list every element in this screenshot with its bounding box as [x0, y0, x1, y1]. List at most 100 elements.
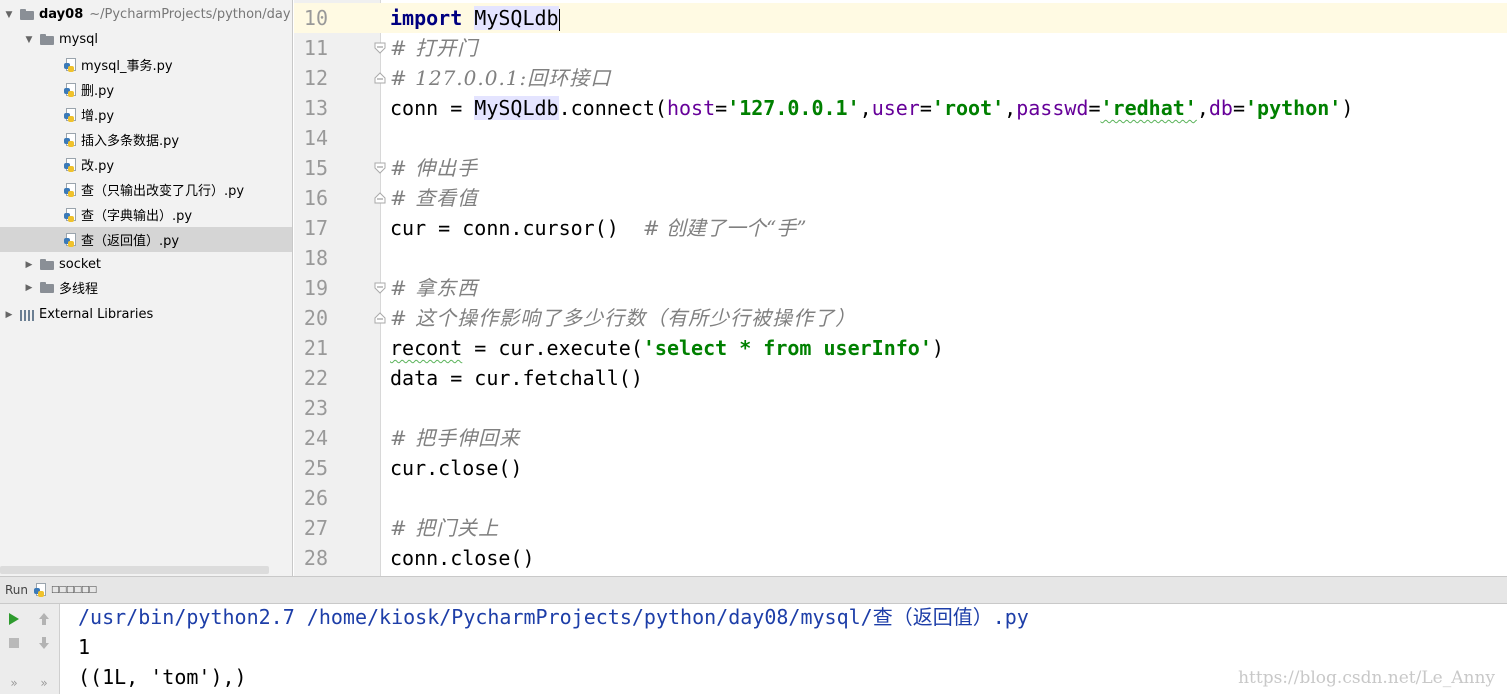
tree-root-label: day08 — [39, 7, 84, 22]
fold-open-icon[interactable] — [374, 282, 386, 294]
console-output-line: ((1L, 'tom'),) — [78, 665, 247, 689]
tree-folder-mysql[interactable]: ▼ mysql — [0, 27, 292, 52]
comment: # 把手伸回来 — [390, 426, 521, 450]
code-line[interactable]: 18 — [294, 243, 1507, 273]
code-line[interactable]: 14 — [294, 123, 1507, 153]
tree-folder-label: mysql — [59, 32, 98, 47]
line-number: 15 — [303, 156, 328, 180]
code-line[interactable]: 21 recont = cur.execute('select * from u… — [294, 333, 1507, 363]
stop-icon[interactable] — [5, 634, 23, 652]
string-literal: '127.0.0.1' — [727, 96, 860, 120]
code-line[interactable]: 22 data = cur.fetchall() — [294, 363, 1507, 393]
code-line[interactable]: 15 # 伸出手 — [294, 153, 1507, 183]
line-number: 20 — [303, 306, 328, 330]
string-literal: 'root' — [931, 96, 1005, 120]
more-actions-icon[interactable]: » — [5, 674, 23, 692]
watermark: https://blog.csdn.net/Le_Anny — [1238, 668, 1495, 688]
code-line[interactable]: 10 import MySQLdb — [294, 3, 1507, 33]
line-number: 28 — [303, 546, 328, 570]
tree-file[interactable]: 查（字典输出）.py — [0, 202, 292, 227]
chevron-down-icon[interactable]: ▼ — [4, 10, 14, 20]
tree-file[interactable]: 改.py — [0, 152, 292, 177]
code-line[interactable]: 16 # 查看值 — [294, 183, 1507, 213]
code-line[interactable]: 27 # 把门关上 — [294, 513, 1507, 543]
code-text: data = cur.fetchall() — [390, 366, 643, 390]
run-console[interactable]: /usr/bin/python2.7 /home/kiosk/PycharmPr… — [61, 604, 1507, 694]
code-text: recont = cur.execute('select * from user… — [390, 333, 944, 363]
line-number: 27 — [303, 516, 328, 540]
keyword: import — [390, 6, 463, 30]
tree-file-label: 查（返回值）.py — [81, 234, 180, 249]
tree-file[interactable]: 查（只输出改变了几行）.py — [0, 177, 292, 202]
line-number: 11 — [303, 36, 328, 60]
line-number: 26 — [303, 486, 328, 510]
string-literal: 'redhat' — [1100, 96, 1197, 120]
tree-folder-threads[interactable]: ▶ 多线程 — [0, 275, 292, 300]
run-config-tab[interactable]: □□□□□□ — [51, 585, 97, 595]
code-line[interactable]: 23 — [294, 393, 1507, 423]
comment: # 伸出手 — [390, 156, 479, 180]
chevron-right-icon[interactable]: ▶ — [4, 310, 14, 320]
run-label[interactable]: Run — [5, 583, 28, 597]
line-number: 17 — [303, 216, 328, 240]
code-line[interactable]: 19 # 拿东西 — [294, 273, 1507, 303]
param-name: passwd — [1016, 96, 1089, 120]
tree-folder-socket[interactable]: ▶ socket — [0, 252, 292, 277]
code-line[interactable]: 25 cur.close() — [294, 453, 1507, 483]
chevron-down-icon[interactable]: ▼ — [24, 35, 34, 45]
fold-open-icon[interactable] — [374, 162, 386, 174]
fold-open-icon[interactable] — [374, 42, 386, 54]
run-toolbar: » » — [0, 604, 60, 694]
fold-close-icon[interactable] — [374, 72, 386, 84]
code-line[interactable]: 12 # 127.0.0.1:回环接口 — [294, 63, 1507, 93]
tree-file[interactable]: 增.py — [0, 102, 292, 127]
line-number: 19 — [303, 276, 328, 300]
module-name: MySQLdb — [474, 6, 559, 30]
param-name: host — [666, 96, 716, 120]
code-line[interactable]: 20 # 这个操作影响了多少行数（有所少行被操作了） — [294, 303, 1507, 333]
horizontal-scrollbar[interactable] — [0, 566, 269, 574]
line-number: 24 — [303, 426, 328, 450]
comment: # 打开门 — [390, 36, 479, 60]
tree-external-libraries[interactable]: ▶ External Libraries — [0, 302, 292, 327]
python-file-icon — [64, 232, 77, 247]
code-text: conn = MySQLdb.connect(host='127.0.0.1',… — [390, 96, 1354, 120]
line-number: 10 — [303, 6, 328, 30]
arrow-down-icon[interactable] — [35, 634, 53, 652]
tree-file-label: 改.py — [81, 159, 115, 174]
code-token: ) — [1341, 96, 1354, 120]
tree-file-label: 插入多条数据.py — [81, 134, 180, 149]
string-literal: 'select * from userInfo' — [642, 336, 932, 360]
text-caret — [558, 8, 560, 31]
tree-file-label: 增.py — [81, 109, 115, 124]
tree-file-label: 查（字典输出）.py — [81, 209, 193, 224]
tree-root-day08[interactable]: ▼ day08 ~/PycharmProjects/python/day — [0, 2, 292, 27]
arrow-up-icon[interactable] — [35, 610, 53, 628]
tree-file[interactable]: mysql_事务.py — [0, 52, 292, 77]
code-line[interactable]: 28 conn.close() — [294, 543, 1507, 573]
tree-root-path: ~/PycharmProjects/python/day — [89, 7, 291, 22]
code-editor[interactable]: 10 import MySQLdb 11 # 打开门 12 # 127.0.0.… — [294, 0, 1507, 576]
variable-name: recont — [390, 336, 463, 360]
code-line[interactable]: 24 # 把手伸回来 — [294, 423, 1507, 453]
tree-file-label: mysql_事务.py — [81, 59, 173, 74]
more-actions-icon[interactable]: » — [35, 674, 53, 692]
library-icon — [20, 309, 34, 321]
code-line[interactable]: 17 cur = conn.cursor() # 创建了一个“手” — [294, 213, 1507, 243]
chevron-right-icon[interactable]: ▶ — [24, 283, 34, 293]
chevron-right-icon[interactable]: ▶ — [24, 260, 34, 270]
code-text: cur.close() — [390, 456, 523, 480]
code-token: cur = conn.cursor() — [390, 216, 643, 240]
line-number: 21 — [303, 336, 328, 360]
tree-file[interactable]: 删.py — [0, 77, 292, 102]
folder-icon — [40, 282, 54, 293]
rerun-play-icon[interactable] — [5, 610, 23, 628]
code-line[interactable]: 11 # 打开门 — [294, 33, 1507, 63]
fold-close-icon[interactable] — [374, 192, 386, 204]
code-line[interactable]: 13 conn = MySQLdb.connect(host='127.0.0.… — [294, 93, 1507, 123]
tree-file[interactable]: 插入多条数据.py — [0, 127, 292, 152]
python-file-icon — [64, 157, 77, 172]
code-line[interactable]: 26 — [294, 483, 1507, 513]
fold-close-icon[interactable] — [374, 312, 386, 324]
tree-file-selected[interactable]: 查（返回值）.py — [0, 227, 292, 252]
